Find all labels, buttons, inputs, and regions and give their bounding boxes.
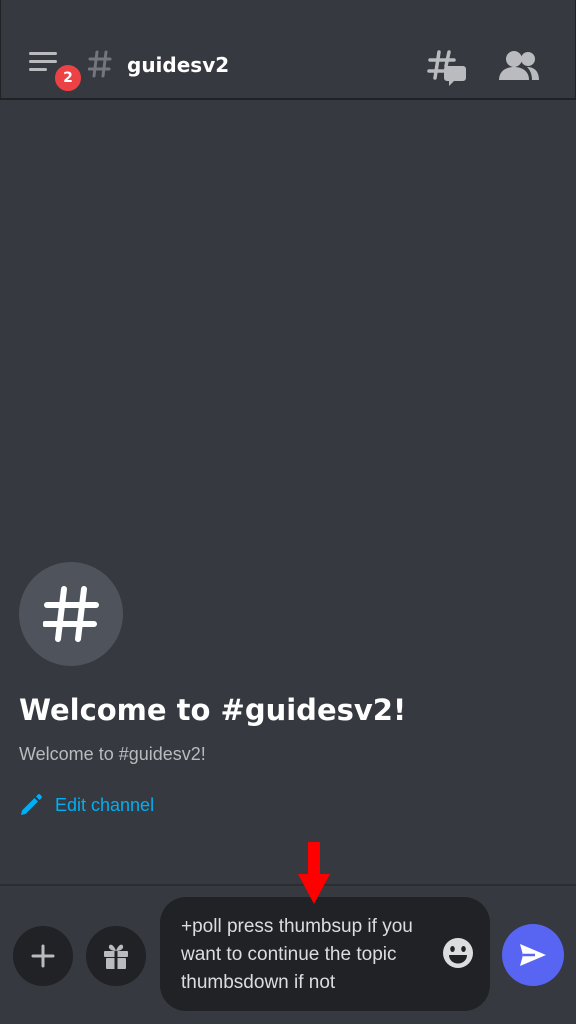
members-icon bbox=[499, 51, 539, 80]
channel-avatar bbox=[19, 562, 123, 666]
red-arrow-icon bbox=[298, 842, 330, 904]
channel-header: 2 guidesv2 bbox=[0, 0, 576, 100]
welcome-subtitle: Welcome to #guidesv2! bbox=[19, 744, 206, 764]
channel-name: guidesv2 bbox=[127, 53, 230, 77]
send-button[interactable] bbox=[502, 924, 564, 986]
message-input-value: +poll press thumbsup if you want to cont… bbox=[181, 916, 413, 993]
gift-nitro-button[interactable] bbox=[86, 926, 146, 986]
add-attachment-button[interactable] bbox=[13, 926, 73, 986]
gift-icon bbox=[104, 944, 128, 969]
emoji-button[interactable] bbox=[441, 936, 475, 970]
discord-channel-screen: 2 guidesv2 Welcome to #guidesv2! Welcome… bbox=[0, 0, 576, 1024]
pencil-icon bbox=[21, 794, 42, 815]
hash-icon bbox=[43, 586, 99, 642]
edit-channel-label: Edit channel bbox=[55, 795, 155, 815]
members-button[interactable] bbox=[497, 48, 541, 88]
menu-button[interactable]: 2 bbox=[23, 44, 84, 94]
welcome-title: Welcome to #guidesv2! bbox=[19, 693, 407, 727]
hash-icon bbox=[88, 50, 112, 78]
unread-badge: 2 bbox=[52, 62, 84, 94]
threads-icon bbox=[427, 50, 466, 86]
threads-button[interactable] bbox=[427, 48, 467, 88]
send-icon bbox=[520, 944, 546, 966]
plus-icon bbox=[31, 944, 55, 968]
emoji-icon bbox=[443, 938, 473, 968]
message-input[interactable]: +poll press thumbsup if you want to cont… bbox=[160, 897, 490, 1011]
